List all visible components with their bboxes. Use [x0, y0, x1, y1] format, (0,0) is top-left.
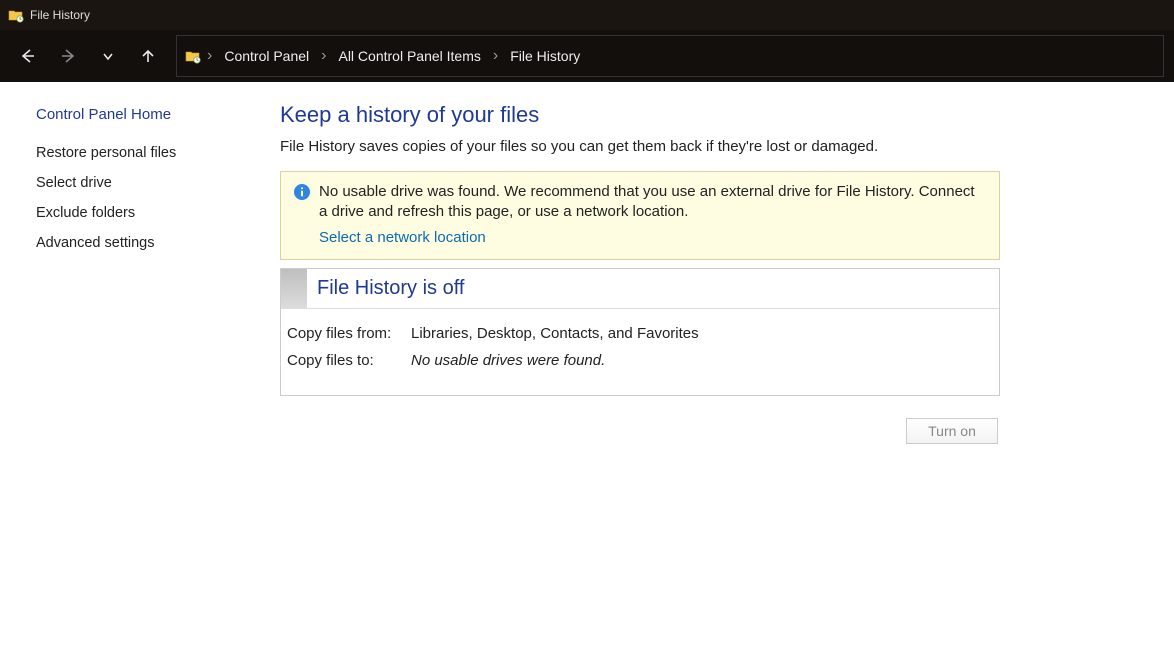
info-icon	[293, 183, 311, 206]
main-panel: Keep a history of your files File Histor…	[260, 82, 1020, 650]
sidebar-link-exclude[interactable]: Exclude folders	[36, 205, 242, 221]
copy-from-value: Libraries, Desktop, Contacts, and Favori…	[411, 325, 699, 342]
up-button[interactable]	[130, 38, 166, 74]
turn-on-button[interactable]: Turn on	[906, 418, 998, 444]
control-panel-home-link[interactable]: Control Panel Home	[36, 106, 242, 123]
file-history-icon	[8, 7, 24, 23]
copy-from-label: Copy files from:	[287, 325, 411, 342]
breadcrumb-item[interactable]: File History	[504, 44, 586, 68]
address-bar[interactable]: › Control Panel › All Control Panel Item…	[176, 35, 1164, 77]
breadcrumb-item[interactable]: All Control Panel Items	[332, 44, 486, 68]
copy-to-value: No usable drives were found.	[411, 352, 605, 369]
chevron-right-icon: ›	[493, 47, 498, 65]
window-title: File History	[30, 8, 90, 22]
content-area: Control Panel Home Restore personal file…	[0, 82, 1174, 650]
title-bar: File History	[0, 0, 1174, 30]
sidebar: Control Panel Home Restore personal file…	[0, 82, 260, 650]
sidebar-link-advanced[interactable]: Advanced settings	[36, 235, 242, 251]
info-warning-box: No usable drive was found. We recommend …	[280, 171, 1000, 260]
status-icon	[281, 269, 307, 308]
forward-button[interactable]	[50, 38, 86, 74]
status-box: File History is off Copy files from: Lib…	[280, 268, 1000, 396]
sidebar-link-restore[interactable]: Restore personal files	[36, 145, 242, 161]
nav-bar: › Control Panel › All Control Panel Item…	[0, 30, 1174, 82]
recent-locations-button[interactable]	[90, 38, 126, 74]
select-network-location-link[interactable]: Select a network location	[319, 229, 486, 246]
breadcrumb-item[interactable]: Control Panel	[218, 44, 315, 68]
chevron-right-icon: ›	[207, 47, 212, 65]
folder-icon	[185, 48, 201, 64]
sidebar-link-select-drive[interactable]: Select drive	[36, 175, 242, 191]
back-button[interactable]	[10, 38, 46, 74]
chevron-right-icon: ›	[321, 47, 326, 65]
info-message: No usable drive was found. We recommend …	[319, 182, 987, 223]
copy-to-label: Copy files to:	[287, 352, 411, 369]
page-description: File History saves copies of your files …	[280, 138, 1000, 155]
status-title: File History is off	[307, 269, 474, 308]
page-title: Keep a history of your files	[280, 102, 1000, 128]
